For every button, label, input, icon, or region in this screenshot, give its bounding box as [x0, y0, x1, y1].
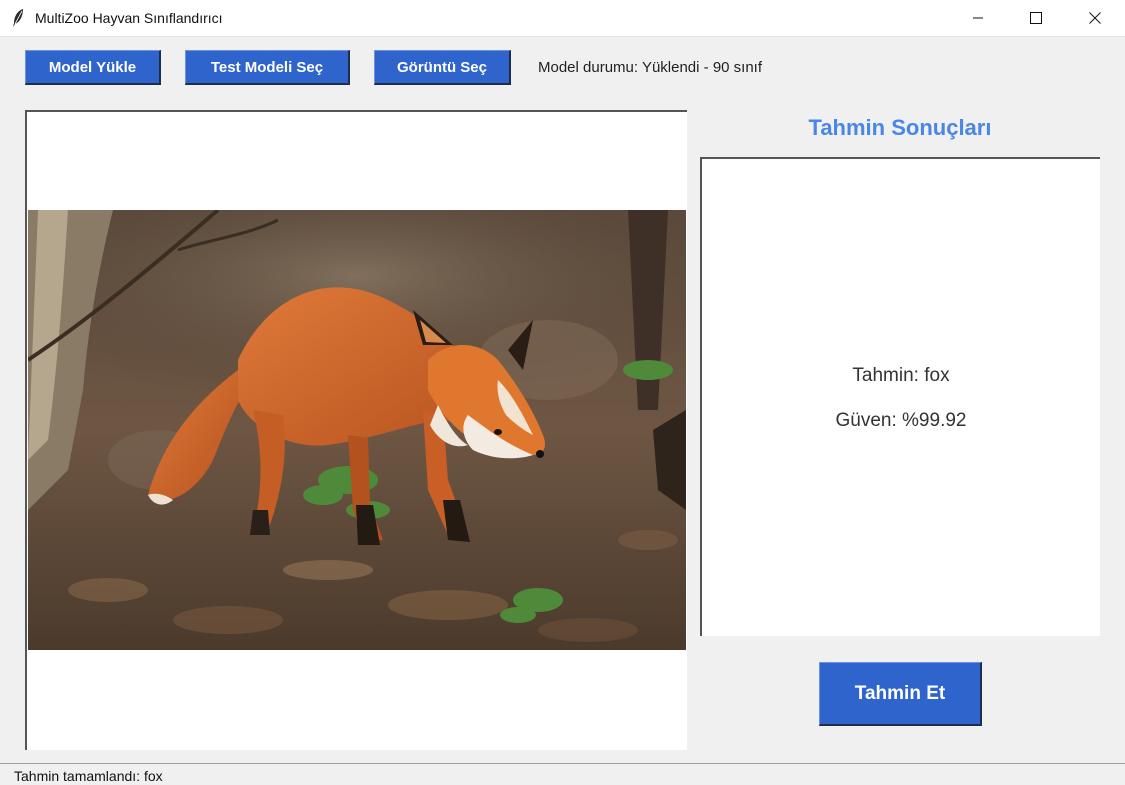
predict-button[interactable]: Tahmin Et [819, 662, 982, 726]
prediction-label: Tahmin: fox [852, 365, 950, 386]
results-title: Tahmin Sonuçları [808, 115, 992, 140]
status-text: Tahmin tamamlandı: fox [14, 768, 163, 784]
close-icon [1089, 12, 1101, 24]
load-model-button[interactable]: Model Yükle [25, 50, 161, 85]
animal-photo [28, 210, 686, 650]
status-bar: Tahmin tamamlandı: fox [0, 763, 1125, 785]
feather-icon [10, 8, 26, 28]
confidence-label: Güven: %99.92 [835, 410, 967, 431]
model-status-label: Model durumu: Yüklendi - 90 sınıf [538, 59, 763, 76]
title-bar: MultiZoo Hayvan Sınıflandırıcı [0, 0, 1125, 37]
image-canvas [25, 110, 687, 750]
minimize-button[interactable] [949, 0, 1007, 36]
results-panel: Tahmin: fox Güven: %99.92 [700, 157, 1100, 636]
select-image-button[interactable]: Görüntü Seç [374, 50, 511, 85]
window-title: MultiZoo Hayvan Sınıflandırıcı [35, 10, 223, 26]
maximize-button[interactable] [1007, 0, 1065, 36]
select-test-model-button[interactable]: Test Modeli Seç [185, 50, 350, 85]
close-button[interactable] [1066, 0, 1124, 36]
minimize-icon [972, 12, 984, 24]
maximize-icon [1030, 12, 1042, 24]
